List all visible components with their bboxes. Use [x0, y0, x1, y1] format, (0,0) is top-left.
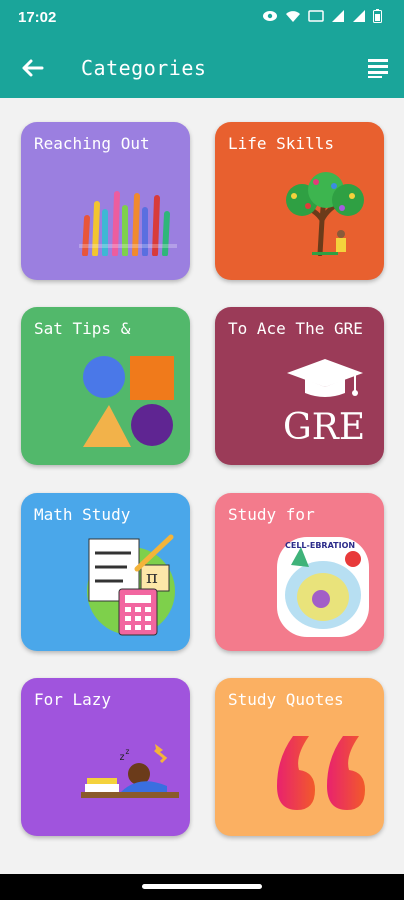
category-card-ace-the-gre[interactable]: To Ace The GRE GRE	[215, 307, 384, 465]
cell-art-text: CELL-EBRATION	[285, 541, 356, 550]
category-label: Study Quotes	[228, 690, 344, 709]
raised-hands-icon	[79, 191, 177, 256]
arrow-left-icon	[22, 59, 44, 77]
signal-icon	[332, 10, 344, 22]
cell-sticker-icon	[277, 537, 369, 637]
category-card-life-skills[interactable]: Life Skills	[215, 122, 384, 280]
signal-2-icon	[353, 10, 365, 22]
math-tools-icon	[87, 534, 175, 636]
graduation-cap-icon	[287, 359, 363, 397]
sleeping-student-icon: z z	[81, 744, 179, 798]
category-label: Life Skills	[228, 134, 334, 153]
category-card-for-lazy[interactable]: For Lazy z z	[21, 678, 190, 836]
status-bar: 17:02	[0, 0, 404, 36]
battery-icon	[373, 9, 382, 23]
category-card-sat-tips[interactable]: Sat Tips &	[21, 307, 190, 465]
category-label: Study for	[228, 505, 315, 524]
status-time: 17:02	[18, 9, 57, 26]
navigation-bar	[0, 874, 404, 900]
tree-icon	[286, 172, 364, 256]
app-bar: Categories	[0, 36, 404, 98]
category-card-math-study[interactable]: Math Study π	[21, 493, 190, 651]
hd-signal-icon	[308, 10, 324, 22]
quote-marks-icon	[277, 736, 365, 810]
status-icons	[262, 9, 382, 23]
category-card-study-for[interactable]: Study for CELL-EBRATION	[215, 493, 384, 651]
category-label: Reaching Out	[34, 134, 150, 153]
page-title: Categories	[81, 56, 207, 80]
category-card-reaching-out[interactable]: Reaching Out	[21, 122, 190, 280]
shapes-icon	[83, 356, 174, 447]
gre-art-text: GRE	[283, 407, 366, 448]
menu-button[interactable]	[366, 56, 390, 80]
category-label: Sat Tips &	[34, 319, 131, 338]
category-label: For Lazy	[34, 690, 112, 709]
category-label: Math Study	[34, 505, 131, 524]
back-button[interactable]	[16, 52, 48, 84]
wifi-icon	[286, 11, 300, 22]
category-card-study-quotes[interactable]: Study Quotes	[215, 678, 384, 836]
svg-text:z: z	[125, 747, 130, 756]
category-label: To Ace The GRE	[228, 319, 363, 338]
eye-icon	[263, 11, 277, 21]
pi-art-text: π	[146, 567, 158, 588]
home-gesture-handle[interactable]	[142, 884, 262, 889]
list-menu-icon	[368, 59, 388, 78]
